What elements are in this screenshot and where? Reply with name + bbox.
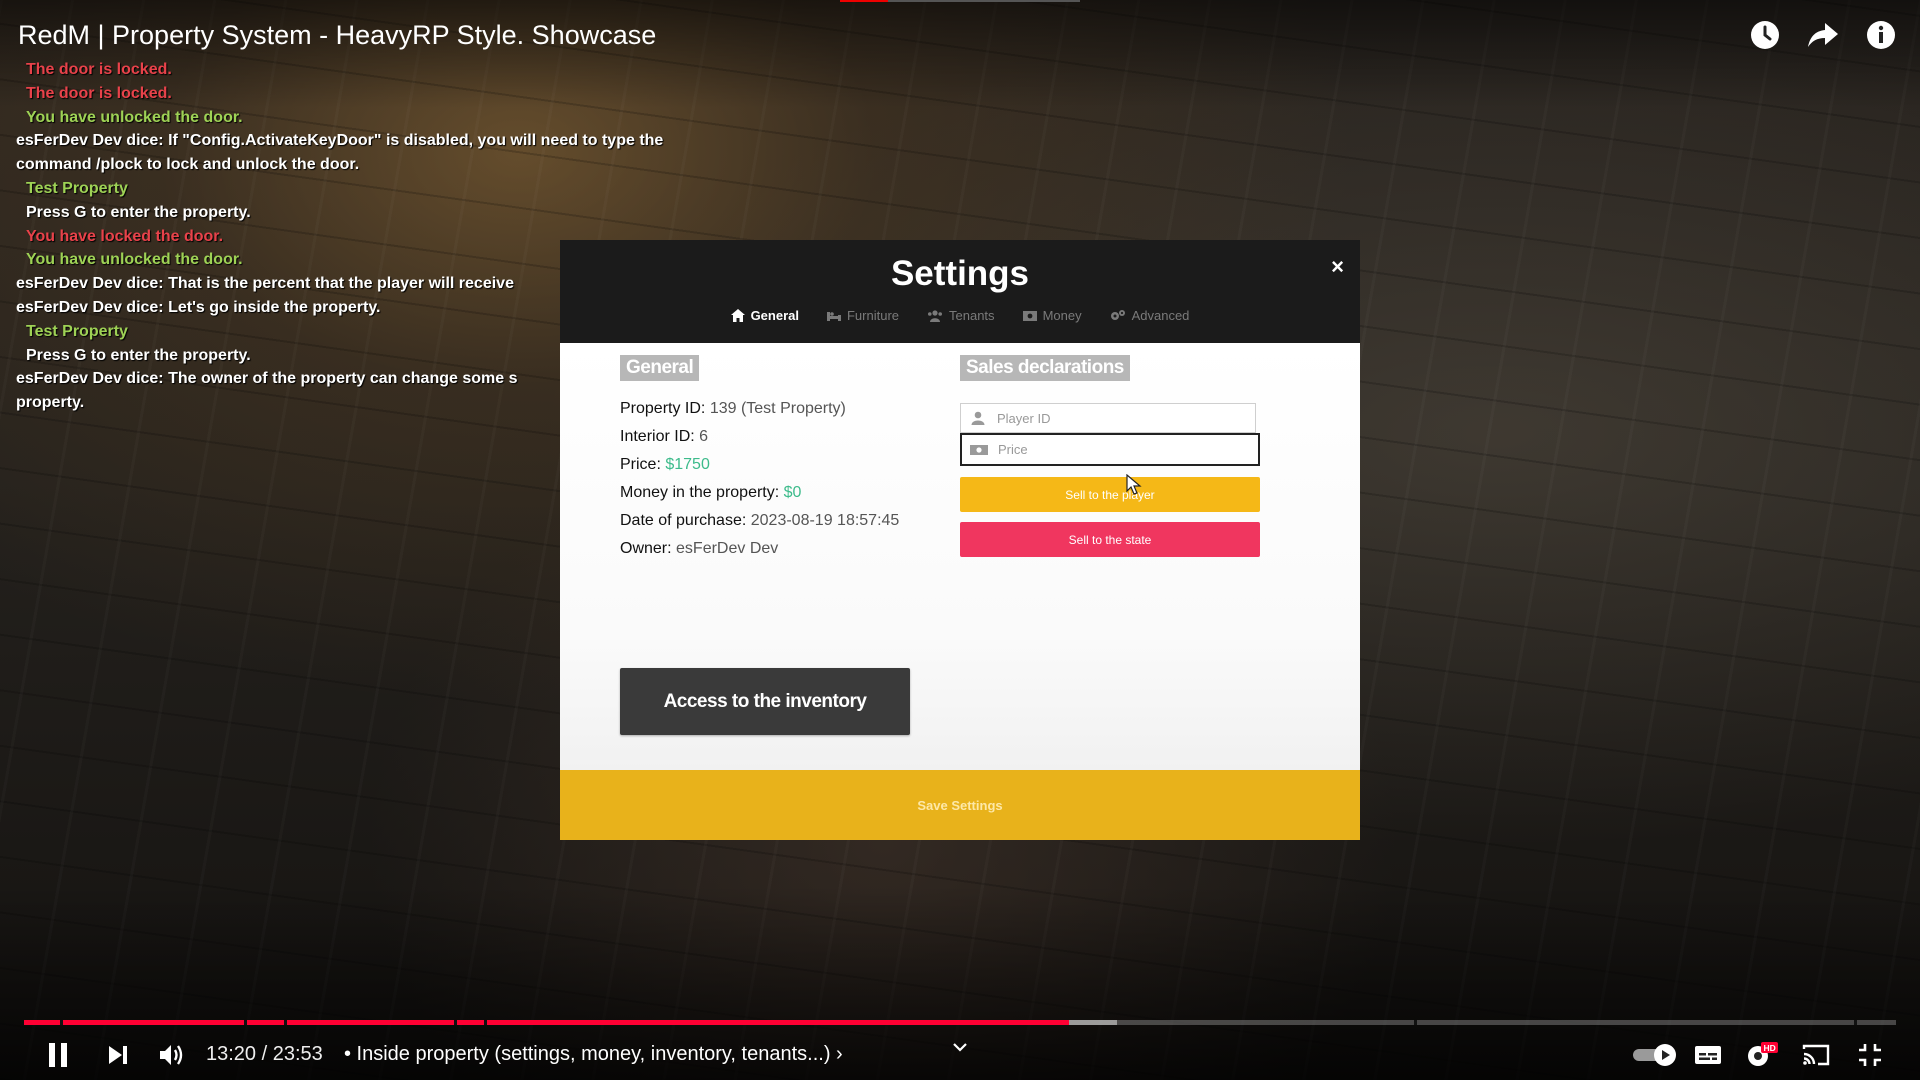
date-value: 2023-08-19 18:57:45 xyxy=(750,512,900,529)
close-button[interactable]: × xyxy=(1331,254,1344,280)
subtitles-icon[interactable] xyxy=(1688,1035,1728,1075)
money-icon xyxy=(1022,310,1037,321)
tab-label: Money xyxy=(1042,308,1082,323)
tab-label: Tenants xyxy=(949,308,995,323)
gears-icon xyxy=(1110,310,1125,320)
sell-to-state-button[interactable]: Sell to the state xyxy=(960,522,1260,557)
property-info: Property ID: 139 (Test Property) Interio… xyxy=(620,395,899,563)
date-label: Date of purchase: xyxy=(620,512,747,529)
chat-line: esFerDev Dev dice: If "Config.ActivateKe… xyxy=(16,132,664,150)
user-icon xyxy=(961,411,995,425)
money-value: $0 xyxy=(783,484,802,501)
tab-label: General xyxy=(750,308,799,323)
chat-line: The door is locked. xyxy=(26,84,172,102)
tab-furniture[interactable]: Furniture xyxy=(826,308,900,323)
price-label: Price: xyxy=(620,456,661,473)
svg-text:HD: HD xyxy=(1764,1043,1776,1053)
property-id-value: 139 (Test Property) xyxy=(709,400,846,417)
video-title[interactable]: RedM | Property System - HeavyRP Style. … xyxy=(18,20,656,51)
general-heading: General xyxy=(620,355,700,381)
chevron-down-icon[interactable] xyxy=(940,1027,980,1067)
chapter-markers xyxy=(24,1020,1896,1025)
share-icon[interactable] xyxy=(1804,16,1842,54)
interior-id-label: Interior ID: xyxy=(620,428,695,445)
property-id-row: Property ID: 139 (Test Property) xyxy=(620,395,899,423)
pause-icon[interactable] xyxy=(38,1035,78,1075)
autoplay-toggle[interactable] xyxy=(1630,1035,1680,1075)
owner-row: Owner: esFerDev Dev xyxy=(620,535,899,563)
money-icon xyxy=(962,444,996,456)
price-input[interactable] xyxy=(996,441,1240,458)
tab-tenants[interactable]: Tenants xyxy=(927,308,995,323)
next-icon[interactable] xyxy=(98,1035,138,1075)
player-id-input[interactable] xyxy=(995,409,1239,427)
seek-bar[interactable] xyxy=(24,1020,1896,1025)
top-right-actions xyxy=(1746,16,1900,54)
access-inventory-button[interactable]: Access to the inventory xyxy=(620,668,910,735)
player-id-field[interactable] xyxy=(960,403,1256,433)
interior-id-value: 6 xyxy=(699,428,709,445)
clock-icon[interactable] xyxy=(1746,16,1784,54)
settings-hd-icon[interactable]: HD xyxy=(1742,1035,1782,1075)
info-icon[interactable] xyxy=(1862,16,1900,54)
home-icon xyxy=(730,309,745,322)
money-label: Money in the property: xyxy=(620,484,780,501)
modal-body: General Property ID: 139 (Test Property)… xyxy=(560,343,1360,770)
mouse-cursor-icon xyxy=(1126,473,1142,501)
chat-line: You have unlocked the door. xyxy=(26,108,243,126)
tab-label: Advanced xyxy=(1131,308,1190,323)
exit-fullscreen-icon[interactable] xyxy=(1850,1035,1890,1075)
chat-line: command /plock to lock and unlock the do… xyxy=(16,156,360,174)
money-row: Money in the property: $0 xyxy=(620,479,899,507)
settings-modal: Settings × General Furniture Tenants Mon… xyxy=(560,240,1360,840)
tab-advanced[interactable]: Advanced xyxy=(1110,308,1190,323)
time-display: 13:20 / 23:53 xyxy=(206,1043,323,1065)
tab-money[interactable]: Money xyxy=(1022,308,1082,323)
date-row: Date of purchase: 2023-08-19 18:57:45 xyxy=(620,507,899,535)
property-id-label: Property ID: xyxy=(620,400,706,417)
users-icon xyxy=(928,309,943,322)
cast-icon[interactable] xyxy=(1796,1035,1836,1075)
modal-header: Settings × General Furniture Tenants Mon… xyxy=(560,240,1360,343)
chat-line: The door is locked. xyxy=(26,61,172,78)
price-row: Price: $1750 xyxy=(620,451,899,479)
tab-general[interactable]: General xyxy=(730,308,799,323)
owner-label: Owner: xyxy=(620,540,672,557)
owner-value: esFerDev Dev xyxy=(676,540,779,557)
volume-icon[interactable] xyxy=(152,1035,192,1075)
sales-heading: Sales declarations xyxy=(960,355,1130,381)
save-settings-button[interactable]: Save Settings xyxy=(560,770,1360,840)
price-field[interactable] xyxy=(960,433,1260,466)
settings-tabs: General Furniture Tenants Money Advanced xyxy=(560,308,1360,323)
sell-to-player-button[interactable]: Sell to the player xyxy=(960,477,1260,512)
tab-label: Furniture xyxy=(846,308,900,323)
chat-line: Test Property xyxy=(26,179,128,197)
interior-id-row: Interior ID: 6 xyxy=(620,423,899,451)
modal-title: Settings xyxy=(890,254,1030,293)
furniture-icon xyxy=(826,311,841,321)
chat-line: Press G to enter the property. xyxy=(26,203,251,221)
player-controls: 13:20 / 23:53 • Inside property (setting… xyxy=(0,1035,1920,1075)
top-progress-indicator xyxy=(840,0,1080,2)
price-value: $1750 xyxy=(665,456,710,473)
chapter-title[interactable]: • Inside property (settings, money, inve… xyxy=(344,1043,843,1066)
